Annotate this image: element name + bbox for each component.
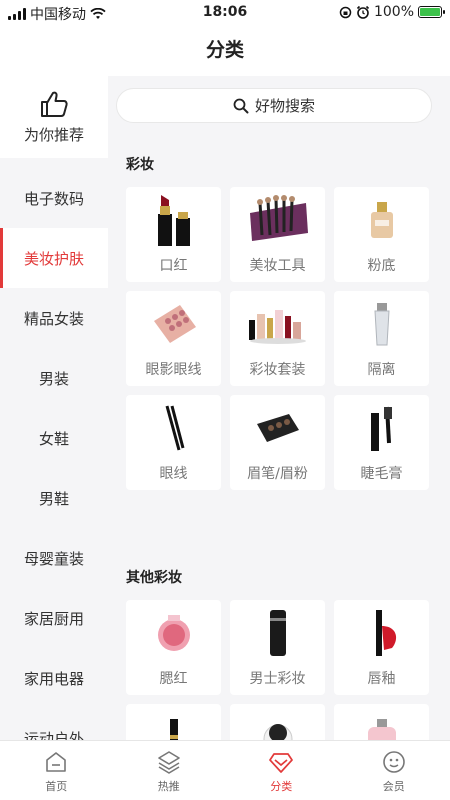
sidebar-item-label: 家用电器 bbox=[23, 669, 84, 688]
category-card-foundation[interactable]: 粉底 bbox=[334, 187, 429, 282]
alarm-icon bbox=[356, 5, 370, 19]
category-card-eyeshadow[interactable]: 眼影眼线 bbox=[126, 291, 221, 386]
category-card-mascara[interactable]: 睫毛膏 bbox=[334, 395, 429, 490]
battery-icon bbox=[418, 6, 445, 18]
sidebar-item-label: 精品女装 bbox=[23, 309, 84, 328]
category-sidebar: 为你推荐 电子数码 美妆护肤 精品女装 男装 女鞋 男鞋 母婴童装 家居厨用 家… bbox=[0, 76, 108, 740]
category-card-label: 粉底 bbox=[367, 258, 396, 274]
sidebar-item-label: 女鞋 bbox=[38, 429, 69, 448]
foundation-image bbox=[347, 191, 417, 249]
category-card-makeup-tools[interactable]: 美妆工具 bbox=[230, 187, 325, 282]
lock-rotation-icon bbox=[339, 6, 352, 18]
tab-member[interactable]: 会员 bbox=[338, 741, 450, 800]
category-card-label: 美妆工具 bbox=[249, 258, 306, 274]
category-card-blush[interactable]: 腮红 bbox=[126, 600, 221, 695]
sidebar-item-label: 母婴童装 bbox=[23, 549, 84, 568]
section-title: 彩妆 bbox=[126, 157, 154, 173]
cushion-image bbox=[243, 708, 313, 740]
category-card-cushion[interactable] bbox=[230, 704, 325, 740]
search-placeholder: 好物搜索 bbox=[254, 97, 315, 115]
category-card-label: 腮红 bbox=[159, 671, 188, 687]
sidebar-item-electronics[interactable]: 电子数码 bbox=[0, 168, 108, 228]
category-card-lip-glaze[interactable]: 唇釉 bbox=[334, 600, 429, 695]
category-card-eyeliner[interactable]: 眼线 bbox=[126, 395, 221, 490]
thumbs-up-icon bbox=[41, 91, 68, 117]
category-card-label: 男士彩妆 bbox=[249, 671, 306, 687]
search-bar[interactable]: 好物搜索 bbox=[116, 88, 432, 123]
tab-label: 会员 bbox=[382, 780, 405, 793]
perfume-image bbox=[347, 708, 417, 740]
sidebar-item-beauty[interactable]: 美妆护肤 bbox=[0, 228, 108, 288]
sidebar-item-label: 美妆护肤 bbox=[23, 249, 84, 268]
mascara-image bbox=[347, 399, 417, 457]
sidebar-item-recommend[interactable]: 为你推荐 bbox=[0, 76, 108, 158]
category-card-eyebrow[interactable]: 眉笔/眉粉 bbox=[230, 395, 325, 490]
status-bar: 中国移动 18:06 100% bbox=[0, 0, 450, 26]
makeup-set-image bbox=[243, 295, 313, 353]
category-card-label: 彩妆套装 bbox=[249, 362, 306, 378]
primer-image bbox=[347, 295, 417, 353]
category-card-mens-makeup[interactable]: 男士彩妆 bbox=[230, 600, 325, 695]
sidebar-item-label: 男装 bbox=[38, 369, 69, 388]
category-card-label: 隔离 bbox=[367, 362, 396, 378]
section-title: 其他彩妆 bbox=[126, 570, 182, 586]
tab-label: 首页 bbox=[45, 780, 68, 793]
member-icon bbox=[382, 751, 405, 773]
category-card-label: 睫毛膏 bbox=[360, 466, 403, 482]
diamond-icon bbox=[269, 753, 294, 773]
category-card-label: 唇釉 bbox=[367, 671, 396, 687]
sidebar-item-label: 家居厨用 bbox=[23, 609, 84, 628]
sidebar-item-label: 为你推荐 bbox=[23, 125, 84, 144]
category-card-perfume[interactable] bbox=[334, 704, 429, 740]
sidebar-item-appliances[interactable]: 家用电器 bbox=[0, 648, 108, 708]
category-content: 好物搜索 彩妆 口红 美妆工具 粉底 眼影眼线 彩妆套装 隔离 眼线 眉笔/眉粉… bbox=[108, 76, 450, 740]
sidebar-item-mens-shoes[interactable]: 男鞋 bbox=[0, 468, 108, 528]
concealer-image bbox=[139, 708, 209, 740]
sidebar-item-womens-shoes[interactable]: 女鞋 bbox=[0, 408, 108, 468]
blush-image bbox=[139, 604, 209, 662]
tab-hot[interactable]: 热推 bbox=[113, 741, 226, 800]
sidebar-item-mens-wear[interactable]: 男装 bbox=[0, 348, 108, 408]
eyeliner-image bbox=[139, 399, 209, 457]
sidebar-item-home-kitchen[interactable]: 家居厨用 bbox=[0, 588, 108, 648]
sidebar-item-label: 电子数码 bbox=[23, 189, 84, 208]
tab-category[interactable]: 分类 bbox=[225, 741, 338, 800]
eyebrow-palette-image bbox=[243, 399, 313, 457]
bottom-tab-bar: 首页 热推 分类 会员 bbox=[0, 740, 450, 800]
tab-label: 热推 bbox=[157, 780, 180, 793]
layers-icon bbox=[157, 751, 180, 774]
category-card-lipstick[interactable]: 口红 bbox=[126, 187, 221, 282]
sidebar-item-label: 运动户外 bbox=[23, 729, 84, 741]
tab-home[interactable]: 首页 bbox=[0, 741, 113, 800]
sidebar-item-label: 男鞋 bbox=[38, 489, 69, 508]
tab-label: 分类 bbox=[270, 780, 293, 793]
category-card-primer[interactable]: 隔离 bbox=[334, 291, 429, 386]
mens-makeup-image bbox=[243, 604, 313, 662]
category-card-label: 眼影眼线 bbox=[145, 362, 202, 378]
sidebar-item-womens-wear[interactable]: 精品女装 bbox=[0, 288, 108, 348]
category-card-makeup-set[interactable]: 彩妆套装 bbox=[230, 291, 325, 386]
sidebar-item-sports-outdoor[interactable]: 运动户外 bbox=[0, 708, 108, 741]
makeup-brushes-image bbox=[243, 191, 313, 249]
status-right: 100% bbox=[339, 4, 445, 20]
category-card-label: 眼线 bbox=[159, 466, 188, 482]
category-card-label: 眉笔/眉粉 bbox=[247, 466, 308, 482]
category-card-label: 口红 bbox=[159, 258, 188, 274]
battery-percent: 100% bbox=[373, 4, 414, 20]
sidebar-item-baby-kids[interactable]: 母婴童装 bbox=[0, 528, 108, 588]
search-icon bbox=[233, 98, 249, 113]
lip-glaze-image bbox=[347, 604, 417, 662]
home-icon bbox=[46, 752, 67, 772]
lipstick-image bbox=[139, 191, 209, 249]
eyeshadow-image bbox=[139, 295, 209, 353]
category-card-concealer[interactable] bbox=[126, 704, 221, 740]
page-title: 分类 bbox=[0, 26, 450, 76]
